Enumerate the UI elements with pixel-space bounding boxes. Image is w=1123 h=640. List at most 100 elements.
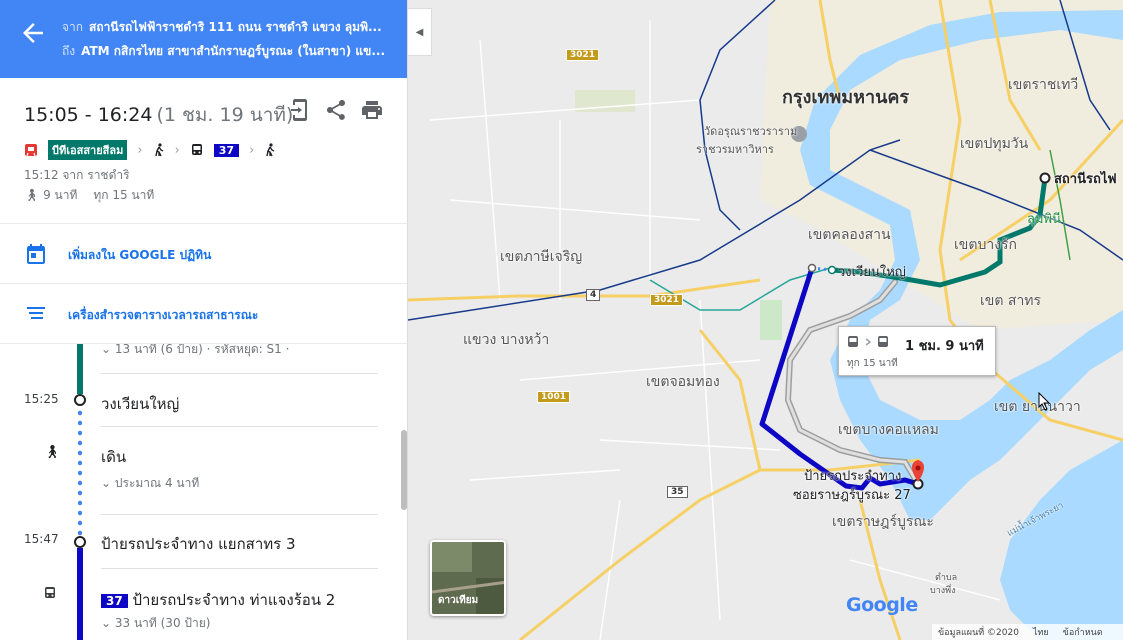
transfer-stop-marker[interactable] xyxy=(807,263,817,273)
map-label-bangkok: กรุงเทพมหานคร xyxy=(782,87,910,108)
chevron-left-icon: ◀ xyxy=(415,26,424,38)
walk-time-value: 9 นาที xyxy=(43,188,78,202)
bus-step-title-text: ป้ายรถประจำทาง ท่าแจงร้อน 2 xyxy=(132,591,336,609)
route-time: 15:05 - 16:24 (1 ชม. 19 นาที) xyxy=(24,100,293,130)
map-label-bus-stop-2: ซอยราษฎร์บูรณะ 27 xyxy=(793,488,911,503)
map-label-ratchathewi: เขตราชเทวี xyxy=(1008,77,1079,93)
walk-step-details-text: ประมาณ 4 นาที xyxy=(114,476,200,490)
send-to-phone-icon[interactable] xyxy=(288,98,312,122)
map-label-origin-station: สถานีรถไฟ xyxy=(1054,172,1117,187)
bus-icon xyxy=(191,144,202,155)
timetable-explorer-label: เครื่องสำรวจตารางเวลารถสาธารณะ xyxy=(68,308,259,322)
total-duration: (1 ชม. 19 นาที) xyxy=(156,104,294,126)
map-footer: ข้อมูลแผนที่ ©2020 ไทย ข้อกำหนด xyxy=(932,624,1123,640)
origin-marker[interactable] xyxy=(1039,172,1051,184)
satellite-toggle[interactable]: ดาวเทียม xyxy=(430,540,506,616)
time-range: 15:05 - 16:24 xyxy=(24,104,153,126)
language-link[interactable]: ไทย xyxy=(1033,625,1049,639)
map-canvas[interactable] xyxy=(408,0,1123,640)
timetable-explorer-button[interactable]: เครื่องสำรวจตารางเวลารถสาธารณะ xyxy=(0,284,407,344)
road-shield-35: 35 xyxy=(667,486,688,498)
satellite-label: ดาวเทียม xyxy=(438,595,479,606)
origin-line[interactable]: จาก สถานีรถไฟฟ้าราชดำริ 111 ถนน ราชดำริ แ… xyxy=(62,18,392,37)
panel-scrollbar[interactable] xyxy=(401,430,407,510)
google-logo: Google xyxy=(846,594,918,616)
previous-step-details[interactable]: ⌄ 13 นาที (6 ป้าย) · รหัสหยุด: S1 · xyxy=(101,344,289,359)
divider xyxy=(101,426,378,427)
destination-line[interactable]: ถึง ATM กสิกรไทย สาขาสำนักราษฎร์บูรณะ (ใน… xyxy=(62,42,392,61)
bus-number-badge: 37 xyxy=(101,594,128,608)
road-shield-1001: 1001 xyxy=(537,391,571,403)
timeline-stop-node xyxy=(74,394,86,406)
park xyxy=(760,300,782,340)
map-label-chom-thong: เขตจอมทอง xyxy=(646,374,720,390)
map-label-wat-arun-2: ราชวรมหาวิหาร xyxy=(696,143,774,156)
transit-steps: ⌄ 13 นาที (6 ป้าย) · รหัสหยุด: S1 · 15:2… xyxy=(0,344,407,640)
bus-step-details-text: 33 นาที (30 ป้าย) xyxy=(114,616,211,630)
walk-small-icon: 🚶︎ xyxy=(24,188,40,202)
timeline-stop-node xyxy=(74,536,86,548)
print-icon[interactable] xyxy=(360,98,384,122)
walk-icon xyxy=(154,143,163,157)
frequency: ทุก 15 นาที xyxy=(93,188,155,202)
mouse-cursor-icon xyxy=(1038,392,1051,411)
chevron-right-icon: › xyxy=(137,142,143,158)
map-label-wongwian-yai: วงเวียนใหญ่ xyxy=(838,265,906,280)
bus-step-icon xyxy=(45,587,55,598)
road-shield-3021: 3021 xyxy=(650,294,684,306)
destination-value: ATM กสิกรไทย สาขาสำนักราษฎร์บูรณะ (ในสาข… xyxy=(81,44,386,58)
add-to-calendar-button[interactable]: เพิ่มลงใน GOOGLE ปฏิทิน xyxy=(0,224,407,284)
origin-label: จาก xyxy=(62,20,84,34)
route-chips: บีทีเอสสายสีลม › › 37 › xyxy=(24,140,276,160)
chevron-right-icon: › xyxy=(249,142,255,158)
origin-value: สถานีรถไฟฟ้าราชดำริ 111 ถนน ราชดำริ แขวง… xyxy=(89,20,382,34)
step-stop-title[interactable]: ป้ายรถประจำทาง แยกสาทร 3 xyxy=(101,532,296,556)
route-summary[interactable]: 15:05 - 16:24 (1 ชม. 19 นาที) บีทีเอสสายส… xyxy=(0,78,407,224)
tooltip-duration: 1 ชม. 9 นาที xyxy=(905,339,984,354)
map-label-lumphini: ลุมพินี xyxy=(1027,212,1061,227)
bts-line-label: บีทีเอสสายสีลม xyxy=(48,140,128,160)
app-root: จาก สถานีรถไฟฟ้าราชดำริ 111 ถนน ราชดำริ แ… xyxy=(0,0,1123,640)
map-label-bus-stop-1: ป้ายรถประจำทาง xyxy=(804,469,902,484)
bts-route-line xyxy=(77,344,83,394)
walk-icon xyxy=(266,143,275,157)
divider xyxy=(101,568,378,569)
walk-dotted-line xyxy=(78,408,82,538)
map-label-wat-arun-1: วัดอรุณราชวราราม xyxy=(704,125,798,138)
timetable-list-icon xyxy=(27,307,45,319)
bus-number-badge: 37 xyxy=(213,143,240,157)
back-arrow-icon[interactable] xyxy=(18,18,48,48)
step-stop-title[interactable]: วงเวียนใหญ่ xyxy=(101,392,179,416)
walk-step-icon: 🚶︎ xyxy=(44,445,61,460)
map-label-tambon-1: ตำบล xyxy=(935,573,958,583)
road-shield-3021: 3021 xyxy=(566,49,600,61)
calendar-icon xyxy=(27,244,45,264)
terms-link[interactable]: ข้อกำหนด xyxy=(1063,625,1103,639)
bus-route-line xyxy=(77,548,83,640)
map-label-rat-burana: เขตราษฎร์บูรณะ xyxy=(832,514,934,530)
directions-header: จาก สถานีรถไฟฟ้าราชดำริ 111 ถนน ราชดำริ แ… xyxy=(0,0,407,78)
previous-step-details-text: 13 นาที (6 ป้าย) · รหัสหยุด: S1 · xyxy=(114,344,290,356)
transfer-stop-marker[interactable] xyxy=(827,265,837,275)
map-label-khlong-san: เขตคลองสาน xyxy=(808,227,891,243)
directions-panel: จาก สถานีรถไฟฟ้าราชดำริ 111 ถนน ราชดำริ แ… xyxy=(0,0,408,640)
map-label-bang-rak: เขตบางรัก xyxy=(954,237,1018,253)
bus-step-details[interactable]: ⌄ 33 นาที (30 ป้าย) xyxy=(101,614,210,633)
bts-train-icon xyxy=(25,144,37,157)
add-to-calendar-label: เพิ่มลงใน GOOGLE ปฏิทิน xyxy=(68,248,212,262)
destination-label: ถึง xyxy=(62,44,76,58)
divider xyxy=(101,514,378,515)
map-data-attribution[interactable]: ข้อมูลแผนที่ ©2020 xyxy=(938,625,1019,639)
step-time: 15:25 xyxy=(24,392,59,406)
google-logo-text: Google xyxy=(846,594,918,616)
divider xyxy=(101,373,378,374)
bus-step-title[interactable]: 37 ป้ายรถประจำทาง ท่าแจงร้อน 2 xyxy=(101,588,335,612)
map-label-bang-wa: แขวง บางหว้า xyxy=(463,332,550,348)
walk-step-details[interactable]: ⌄ ประมาณ 4 นาที xyxy=(101,474,199,493)
map-label-phasi-charoen: เขตภาษีเจริญ xyxy=(500,249,583,265)
share-icon[interactable] xyxy=(324,98,348,122)
collapse-panel-button[interactable]: ◀ xyxy=(408,8,432,56)
step-time: 15:47 xyxy=(24,532,59,546)
map-label-tambon-2: บางพึ่ง xyxy=(930,586,956,596)
route-duration-tooltip[interactable]: 1 ชม. 9 นาที ทุก 15 นาที xyxy=(838,326,996,376)
